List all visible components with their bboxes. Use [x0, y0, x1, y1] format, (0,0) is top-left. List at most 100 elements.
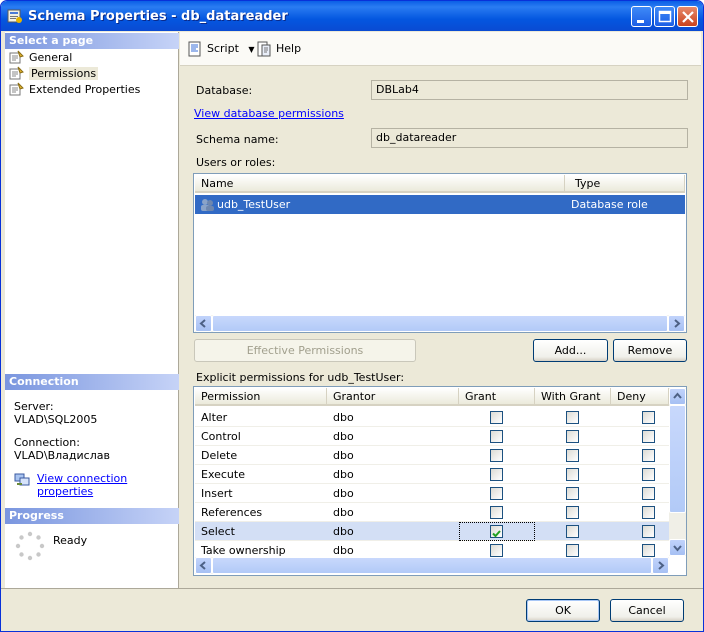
- left-pane: Select a page General Permissions Extend…: [5, 32, 179, 588]
- deny-checkbox[interactable]: [642, 525, 655, 538]
- permissions-grid[interactable]: Permission Grantor Grant With Grant Deny…: [193, 386, 687, 576]
- permission-name: Insert: [201, 487, 233, 500]
- with-grant-checkbox[interactable]: [566, 487, 579, 500]
- scroll-thumb[interactable]: [212, 315, 668, 332]
- scroll-thumb[interactable]: [212, 557, 652, 574]
- scroll-up-button[interactable]: [669, 388, 686, 405]
- title-bar[interactable]: Schema Properties - db_datareader: [1, 1, 703, 31]
- deny-checkbox[interactable]: [642, 449, 655, 462]
- close-button[interactable]: [677, 6, 698, 27]
- schema-properties-icon: [7, 9, 22, 23]
- connection-value: VLAD\Владислав: [14, 449, 110, 462]
- grant-checkbox[interactable]: [490, 411, 503, 424]
- property-page-icon: [9, 82, 24, 96]
- connection-label: Connection:: [14, 436, 80, 449]
- progress-status: Ready: [53, 534, 88, 547]
- maximize-icon: [658, 10, 672, 23]
- page-item-general[interactable]: General: [9, 50, 72, 65]
- script-button[interactable]: Script ▼: [187, 40, 255, 58]
- help-button[interactable]: Help: [256, 40, 301, 58]
- grant-checkbox[interactable]: [490, 430, 503, 443]
- script-icon: [188, 41, 201, 57]
- remove-button[interactable]: Remove: [613, 339, 687, 362]
- effective-permissions-button[interactable]: Effective Permissions: [194, 339, 416, 362]
- server-label: Server:: [14, 400, 54, 413]
- users-or-roles-label: Users or roles:: [196, 156, 276, 169]
- permission-row[interactable]: Delete dbo: [195, 446, 669, 465]
- page-item-extended-properties[interactable]: Extended Properties: [9, 82, 140, 97]
- permission-name: References: [201, 506, 263, 519]
- with-grant-checkbox[interactable]: [566, 411, 579, 424]
- column-header-name[interactable]: Name: [195, 175, 565, 193]
- permission-name: Delete: [201, 449, 238, 462]
- permission-row[interactable]: Select dbo: [195, 522, 669, 541]
- add-button[interactable]: Add...: [533, 339, 608, 362]
- chevron-left-icon: [199, 561, 206, 570]
- window-title: Schema Properties - db_datareader: [28, 9, 288, 24]
- permission-row[interactable]: Execute dbo: [195, 465, 669, 484]
- chevron-down-icon[interactable]: ▼: [248, 45, 254, 54]
- view-connection-properties-link[interactable]: View connection properties: [37, 472, 178, 498]
- grant-checkbox[interactable]: [490, 525, 503, 538]
- minimize-button[interactable]: [631, 6, 652, 27]
- scroll-left-button[interactable]: [195, 557, 212, 574]
- scroll-left-button[interactable]: [195, 315, 212, 332]
- grant-checkbox[interactable]: [490, 487, 503, 500]
- permission-row[interactable]: References dbo: [195, 503, 669, 522]
- scroll-right-button[interactable]: [652, 557, 669, 574]
- column-header-permission[interactable]: Permission: [195, 388, 327, 406]
- page-item-label: Extended Properties: [29, 83, 141, 96]
- with-grant-checkbox[interactable]: [566, 449, 579, 462]
- column-header-type[interactable]: Type: [565, 175, 685, 193]
- grant-checkbox[interactable]: [490, 506, 503, 519]
- maximize-button[interactable]: [654, 6, 675, 27]
- permission-row[interactable]: Control dbo: [195, 427, 669, 446]
- view-database-permissions-link[interactable]: View database permissions: [194, 107, 344, 120]
- with-grant-checkbox[interactable]: [566, 544, 579, 557]
- column-header-deny[interactable]: Deny: [611, 388, 669, 406]
- permission-row[interactable]: Alter dbo: [195, 408, 669, 427]
- users-horizontal-scrollbar[interactable]: [195, 315, 685, 332]
- ok-button[interactable]: OK: [526, 599, 600, 622]
- grantor: dbo: [333, 525, 354, 538]
- cancel-button[interactable]: Cancel: [610, 599, 684, 622]
- help-icon: [257, 41, 271, 57]
- column-header-grant[interactable]: Grant: [459, 388, 535, 406]
- column-header-with-grant[interactable]: With Grant: [535, 388, 611, 406]
- deny-checkbox[interactable]: [642, 468, 655, 481]
- permission-name: Control: [201, 430, 241, 443]
- with-grant-checkbox[interactable]: [566, 525, 579, 538]
- scroll-right-button[interactable]: [668, 315, 685, 332]
- schema-properties-window: Schema Properties - db_datareader Select…: [0, 0, 704, 632]
- column-header-grantor[interactable]: Grantor: [327, 388, 459, 406]
- deny-checkbox[interactable]: [642, 430, 655, 443]
- permissions-horizontal-scrollbar[interactable]: [195, 557, 669, 574]
- page-item-permissions[interactable]: Permissions: [9, 66, 99, 81]
- users-list[interactable]: Name Type udb_TestUser Database role: [193, 173, 687, 333]
- permissions-grid-header: Permission Grantor Grant With Grant Deny: [195, 388, 669, 406]
- deny-checkbox[interactable]: [642, 487, 655, 500]
- scroll-down-button[interactable]: [669, 539, 686, 556]
- with-grant-checkbox[interactable]: [566, 506, 579, 519]
- with-grant-checkbox[interactable]: [566, 468, 579, 481]
- permission-name: Alter: [201, 411, 228, 424]
- grantor: dbo: [333, 487, 354, 500]
- connection-properties-icon: [14, 473, 30, 486]
- permission-row[interactable]: Insert dbo: [195, 484, 669, 503]
- users-list-row[interactable]: udb_TestUser Database role: [195, 195, 685, 214]
- scroll-thumb[interactable]: [669, 405, 686, 513]
- property-page-icon: [9, 50, 24, 64]
- server-value: VLAD\SQL2005: [14, 413, 98, 426]
- grant-checkbox[interactable]: [490, 544, 503, 557]
- deny-checkbox[interactable]: [642, 411, 655, 424]
- deny-checkbox[interactable]: [642, 506, 655, 519]
- deny-checkbox[interactable]: [642, 544, 655, 557]
- permissions-vertical-scrollbar[interactable]: [669, 388, 686, 556]
- script-label: Script: [207, 42, 239, 55]
- grantor: dbo: [333, 449, 354, 462]
- grant-checkbox[interactable]: [490, 449, 503, 462]
- chevron-left-icon: [199, 319, 206, 328]
- page-item-label: General: [29, 51, 73, 64]
- grant-checkbox[interactable]: [490, 468, 503, 481]
- with-grant-checkbox[interactable]: [566, 430, 579, 443]
